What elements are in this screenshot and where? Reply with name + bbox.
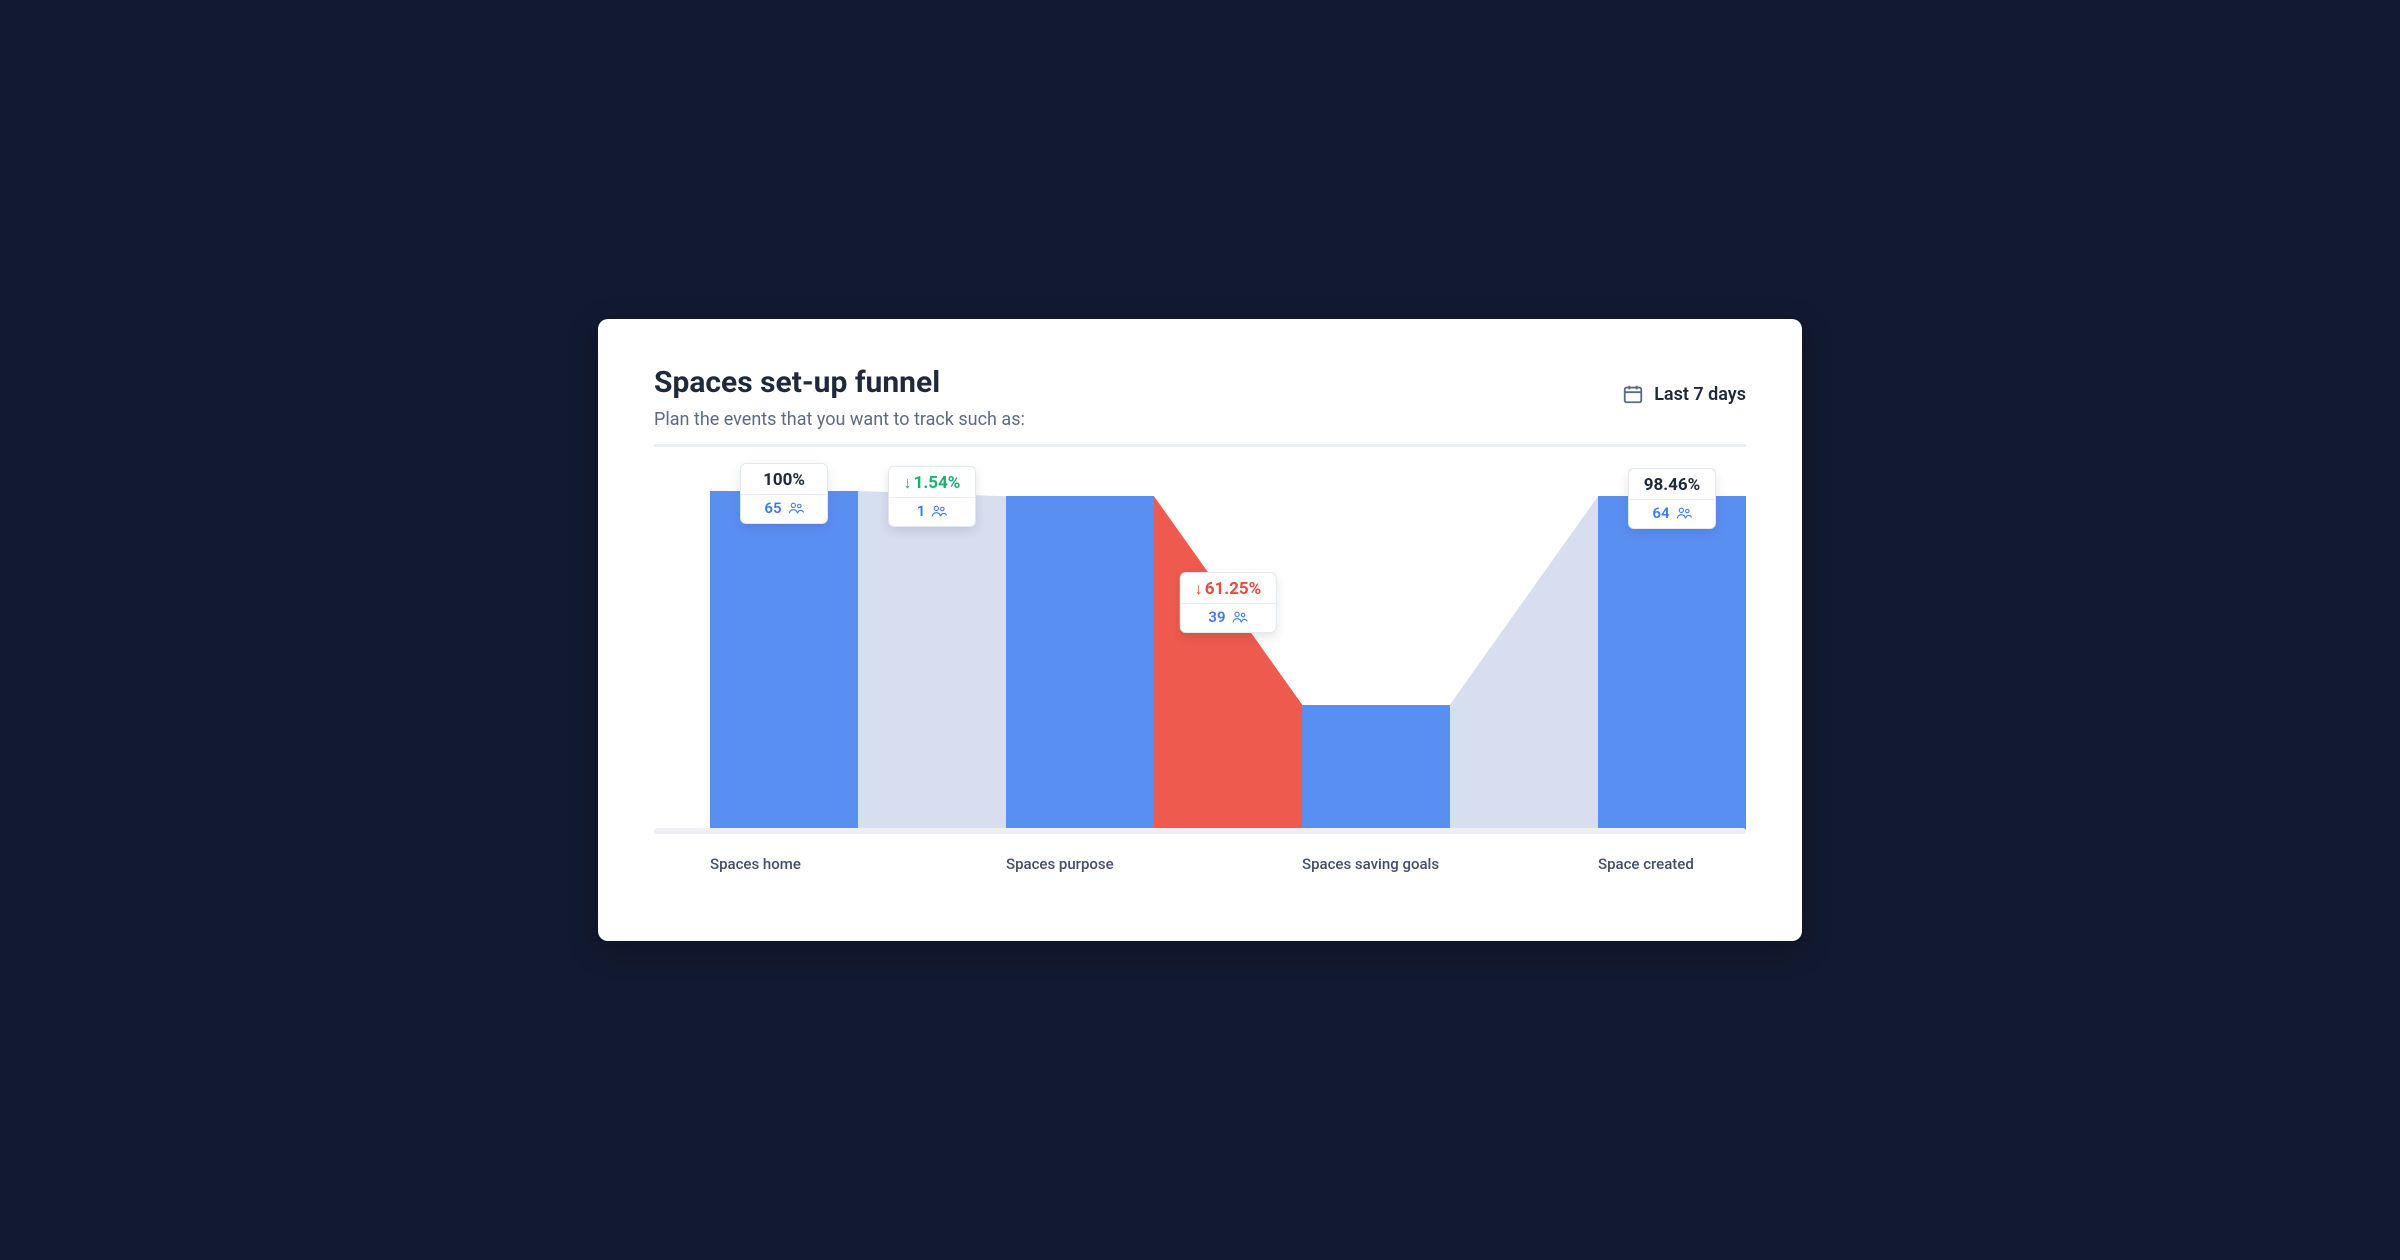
date-range-picker[interactable]: Last 7 days [1622,383,1746,405]
chart-card: Spaces set-up funnel Plan the events tha… [598,319,1802,941]
funnel-bar [1302,705,1450,832]
badge-percent: 1.54% [914,473,961,493]
funnel-badge: ↓1.54%1 [888,466,976,527]
funnel-bar [1006,496,1154,831]
x-axis-labels: Spaces home Spaces purpose Spaces saving g… [710,855,1746,873]
funnel-badge: 98.46% 64 [1628,468,1716,529]
funnel-bar [1598,496,1746,831]
calendar-icon [1622,383,1644,405]
badge-percent: 61.25% [1205,579,1262,599]
title-block: Spaces set-up funnel Plan the events tha… [654,365,1025,430]
card-header: Spaces set-up funnel Plan the events tha… [654,365,1746,430]
funnel-bar [710,491,858,831]
card-subtitle: Plan the events that you want to track s… [654,409,1025,430]
funnel-badge: 100% 65 [740,463,828,524]
funnel-gap [1450,496,1598,831]
card-title: Spaces set-up funnel [654,365,1025,401]
funnel-gap [1154,496,1302,831]
badge-percent: 98.46% [1644,475,1701,495]
badge-percent: 100% [763,470,805,490]
badge-users: 39 [1208,608,1225,626]
x-axis-label: Spaces home [710,855,858,873]
funnel-badge: ↓61.25%39 [1180,572,1277,633]
divider [654,444,1746,447]
x-axis-label: Space created [1598,855,1746,873]
badge-users: 1 [917,502,926,520]
funnel-gap [858,491,1006,831]
funnel-chart: 100%65↓1.54%1↓61.25%3998.46%64 Spaces ho… [654,461,1746,891]
badge-users: 64 [1652,504,1669,522]
badge-users: 65 [764,499,781,517]
x-axis-label: Spaces purpose [1006,855,1154,873]
x-axis-label: Spaces saving goals [1302,855,1450,873]
date-range-label: Last 7 days [1654,384,1746,405]
x-axis [654,828,1746,834]
